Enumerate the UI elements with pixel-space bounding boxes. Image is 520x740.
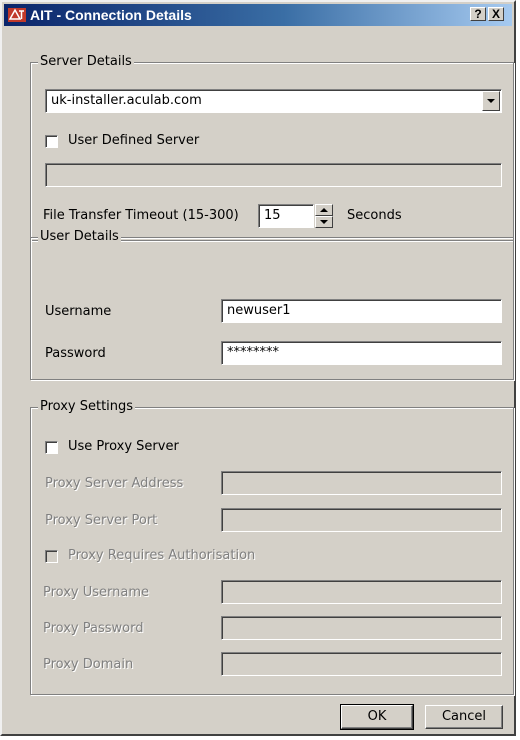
server-dropdown-button[interactable] xyxy=(482,91,500,111)
connection-details-dialog: AIT - Connection Details ? X Server Deta… xyxy=(0,0,516,736)
server-select[interactable]: uk-installer.aculab.com xyxy=(45,89,502,113)
help-button[interactable]: ? xyxy=(470,7,486,21)
chevron-up-icon xyxy=(320,208,328,212)
username-label: Username xyxy=(45,304,112,319)
proxy-requires-authorisation-label: Proxy Requires Authorisation xyxy=(68,548,256,563)
timeout-spin-up-button[interactable] xyxy=(315,204,333,216)
app-logo-icon xyxy=(8,8,26,22)
password-input[interactable]: ******** xyxy=(221,341,502,365)
user-details-group: User Details Username newuser1 Password … xyxy=(30,229,514,380)
timeout-unit-label: Seconds xyxy=(347,208,402,223)
title-bar[interactable]: AIT - Connection Details ? X xyxy=(4,4,512,26)
close-button[interactable]: X xyxy=(488,7,504,21)
proxy-settings-group: Proxy Settings Use Proxy Server Proxy Se… xyxy=(30,399,514,695)
timeout-label: File Transfer Timeout (15-300) xyxy=(43,208,239,223)
use-proxy-server-checkbox[interactable] xyxy=(45,441,58,454)
timeout-spin-down-button[interactable] xyxy=(315,216,333,228)
proxy-domain-label: Proxy Domain xyxy=(43,657,134,672)
chevron-down-icon xyxy=(487,99,495,103)
user-defined-server-checkbox[interactable] xyxy=(45,135,58,148)
use-proxy-server-label: Use Proxy Server xyxy=(68,439,179,454)
proxy-requires-authorisation-checkbox[interactable] xyxy=(45,550,58,563)
proxy-password-input[interactable] xyxy=(221,616,502,640)
server-details-legend: Server Details xyxy=(38,54,134,69)
username-input[interactable]: newuser1 xyxy=(221,299,502,323)
cancel-button[interactable]: Cancel xyxy=(425,705,503,729)
ok-button[interactable]: OK xyxy=(340,704,414,730)
password-label: Password xyxy=(45,346,106,361)
timeout-spinner-input[interactable]: 15 xyxy=(258,204,314,228)
proxy-domain-input[interactable] xyxy=(221,652,502,676)
proxy-server-address-label: Proxy Server Address xyxy=(45,476,184,491)
proxy-server-port-label: Proxy Server Port xyxy=(45,513,158,528)
proxy-username-input[interactable] xyxy=(221,580,502,604)
proxy-settings-legend: Proxy Settings xyxy=(38,399,136,414)
user-defined-server-label: User Defined Server xyxy=(68,133,200,148)
user-details-legend: User Details xyxy=(38,229,121,244)
proxy-username-label: Proxy Username xyxy=(43,585,150,600)
server-details-group: Server Details uk-installer.aculab.com U… xyxy=(30,54,514,241)
server-select-value: uk-installer.aculab.com xyxy=(51,93,202,108)
proxy-server-address-input[interactable] xyxy=(221,471,502,495)
window-title: AIT - Connection Details xyxy=(30,7,192,23)
proxy-server-port-input[interactable] xyxy=(221,508,502,532)
user-defined-server-input[interactable] xyxy=(45,163,502,187)
proxy-password-label: Proxy Password xyxy=(43,621,144,636)
chevron-down-icon xyxy=(320,220,328,224)
